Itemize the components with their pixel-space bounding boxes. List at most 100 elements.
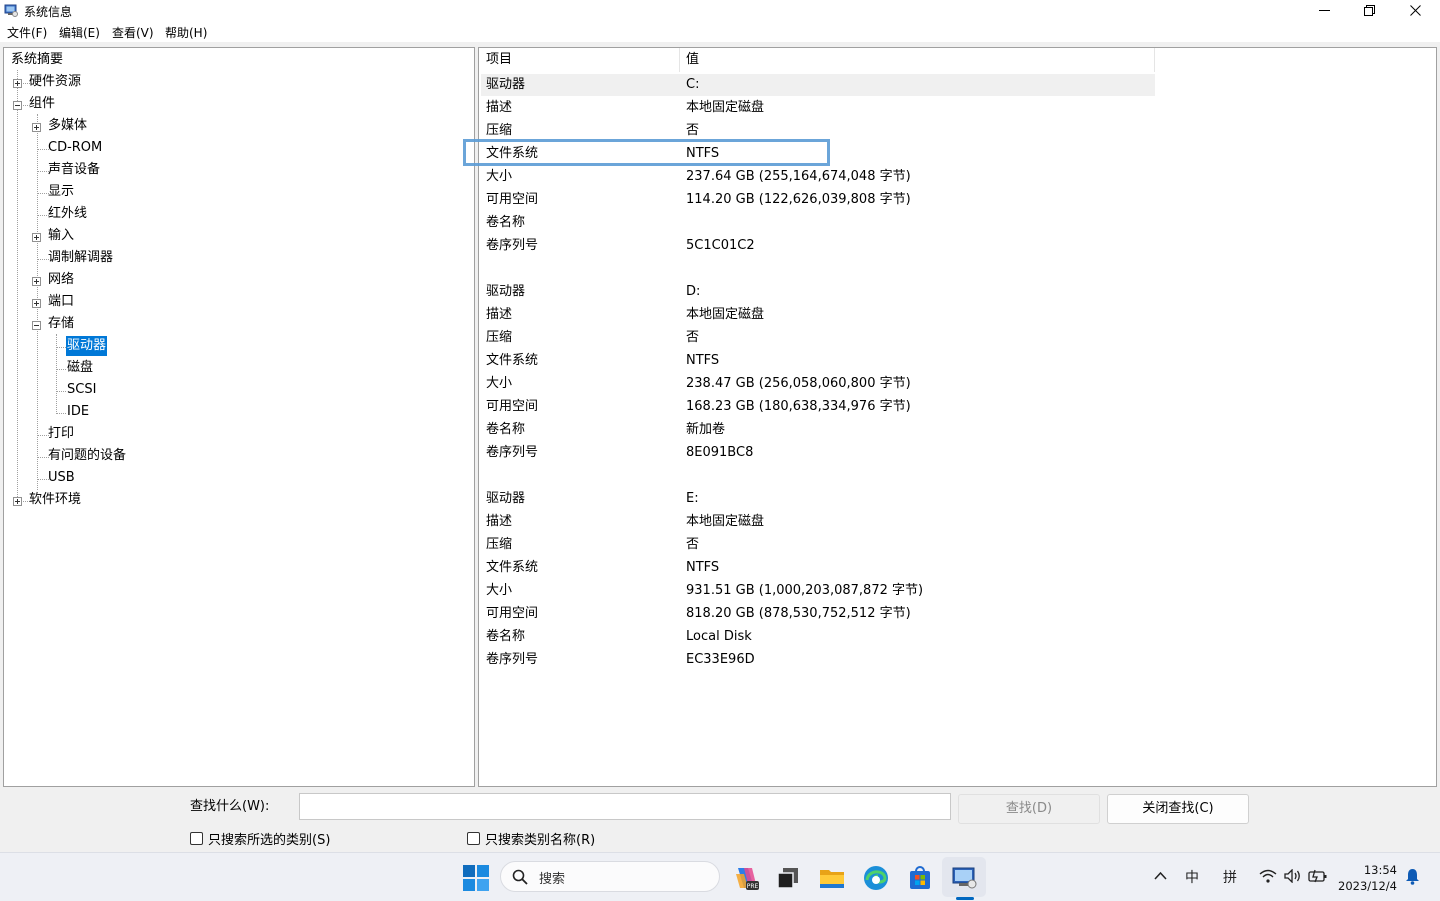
ime-mode-indicator[interactable]: 拼 — [1223, 867, 1237, 887]
taskbar-search-box[interactable]: 搜索 — [500, 861, 720, 892]
detail-item-cell[interactable]: 卷序列号 — [486, 236, 538, 256]
tree-item-usb[interactable]: USB — [47, 468, 76, 488]
detail-value-cell[interactable]: 本地固定磁盘 — [686, 512, 764, 532]
close-button[interactable] — [1392, 0, 1438, 21]
detail-item-cell[interactable]: 文件系统 — [486, 351, 538, 371]
edge-icon[interactable] — [862, 864, 890, 892]
detail-item-cell[interactable]: 描述 — [486, 305, 512, 325]
detail-item-cell[interactable]: 驱动器 — [486, 75, 525, 95]
detail-item-cell[interactable]: 大小 — [486, 581, 512, 601]
detail-value-cell[interactable]: 否 — [686, 328, 699, 348]
menu-file[interactable]: 文件(F) — [7, 24, 47, 41]
search-category-names-checkbox[interactable]: 只搜索类别名称(R) — [467, 829, 595, 848]
column-header-value[interactable]: 值 — [686, 48, 699, 72]
detail-value-cell[interactable]: 238.47 GB (256,058,060,800 字节) — [686, 374, 911, 394]
detail-item-cell[interactable]: 压缩 — [486, 535, 512, 555]
menu-help[interactable]: 帮助(H) — [165, 24, 207, 41]
detail-item-cell[interactable]: 大小 — [486, 374, 512, 394]
tree-item-drives[interactable]: 驱动器 — [66, 336, 108, 356]
detail-value-cell[interactable]: Local Disk — [686, 627, 752, 647]
close-find-button[interactable]: 关闭查找(C) — [1107, 794, 1249, 824]
detail-value-cell[interactable]: 818.20 GB (878,530,752,512 字节) — [686, 604, 911, 624]
checkbox-box[interactable] — [467, 832, 480, 845]
tree-collapse-storage[interactable] — [32, 321, 41, 330]
detail-value-cell[interactable]: E: — [686, 489, 699, 509]
detail-item-cell[interactable]: 文件系统 — [486, 558, 538, 578]
menu-view[interactable]: 查看(V) — [112, 24, 154, 41]
tree-item-ide[interactable]: IDE — [66, 402, 90, 422]
column-separator[interactable] — [1154, 48, 1155, 72]
tree-item-infrared[interactable]: 红外线 — [47, 204, 88, 224]
category-tree[interactable]: 系统摘要 硬件资源 组件 多媒体 CD-ROM 声音设备 显示 红外线 输入 调… — [3, 47, 475, 787]
search-selected-category-checkbox[interactable]: 只搜索所选的类别(S) — [190, 829, 330, 848]
tree-item-ports[interactable]: 端口 — [47, 292, 75, 312]
ime-language-indicator[interactable]: 中 — [1185, 867, 1199, 887]
notification-bell-icon[interactable] — [1405, 868, 1420, 885]
task-view-icon[interactable] — [774, 864, 802, 892]
detail-value-cell[interactable]: NTFS — [686, 351, 719, 371]
tree-item-scsi[interactable]: SCSI — [66, 380, 97, 400]
battery-icon[interactable] — [1308, 869, 1328, 883]
tree-item-hardware[interactable]: 硬件资源 — [28, 72, 82, 92]
detail-value-cell[interactable]: 168.23 GB (180,638,334,976 字节) — [686, 397, 911, 417]
detail-value-cell[interactable]: 本地固定磁盘 — [686, 98, 764, 118]
detail-value-cell[interactable]: 否 — [686, 121, 699, 141]
minimize-button[interactable] — [1301, 0, 1347, 21]
detail-item-cell[interactable]: 驱动器 — [486, 489, 525, 509]
tree-expand-ports[interactable] — [32, 299, 41, 308]
detail-value-cell[interactable]: NTFS — [686, 558, 719, 578]
tree-expand-input[interactable] — [32, 233, 41, 242]
checkbox-box[interactable] — [190, 832, 203, 845]
detail-item-cell[interactable]: 压缩 — [486, 121, 512, 141]
column-separator[interactable] — [679, 48, 680, 72]
detail-item-cell[interactable]: 描述 — [486, 98, 512, 118]
detail-value-cell[interactable]: EC33E96D — [686, 650, 755, 670]
tree-item-components[interactable]: 组件 — [28, 94, 56, 114]
detail-item-cell[interactable]: 卷名称 — [486, 213, 525, 233]
file-explorer-icon[interactable] — [818, 864, 846, 892]
store-icon[interactable] — [906, 864, 934, 892]
restore-button[interactable] — [1346, 0, 1392, 21]
tree-item-display[interactable]: 显示 — [47, 182, 75, 202]
system-info-icon[interactable] — [950, 864, 978, 892]
tree-expand-software[interactable] — [13, 497, 22, 506]
detail-item-cell[interactable]: 大小 — [486, 167, 512, 187]
detail-value-cell[interactable]: 否 — [686, 535, 699, 555]
volume-icon[interactable] — [1284, 869, 1302, 883]
detail-value-cell[interactable]: 5C1C01C2 — [686, 236, 755, 256]
tree-item-modem[interactable]: 调制解调器 — [47, 248, 114, 268]
detail-value-cell[interactable]: 237.64 GB (255,164,674,048 字节) — [686, 167, 911, 187]
tree-expand-hardware[interactable] — [13, 79, 22, 88]
detail-value-cell[interactable]: D: — [686, 282, 700, 302]
tree-item-software[interactable]: 软件环境 — [28, 490, 82, 510]
tree-collapse-components[interactable] — [13, 101, 22, 110]
detail-item-cell[interactable]: 描述 — [486, 512, 512, 532]
tree-item-network[interactable]: 网络 — [47, 270, 75, 290]
find-button[interactable]: 查找(D) — [958, 794, 1100, 824]
wifi-icon[interactable] — [1259, 869, 1277, 883]
detail-value-cell[interactable]: C: — [686, 75, 699, 95]
detail-item-cell[interactable]: 压缩 — [486, 328, 512, 348]
column-header-item[interactable]: 项目 — [486, 48, 512, 72]
detail-value-cell[interactable]: 8E091BC8 — [686, 443, 753, 463]
detail-item-cell[interactable]: 卷序列号 — [486, 650, 538, 670]
tree-item-multimedia[interactable]: 多媒体 — [47, 116, 88, 136]
find-what-input[interactable] — [299, 793, 951, 820]
chevron-up-icon[interactable] — [1154, 871, 1167, 881]
menu-edit[interactable]: 编辑(E) — [59, 24, 100, 41]
tree-item-cdrom[interactable]: CD-ROM — [47, 138, 103, 158]
detail-item-cell[interactable]: 卷序列号 — [486, 443, 538, 463]
detail-item-cell[interactable]: 卷名称 — [486, 627, 525, 647]
tree-expand-network[interactable] — [32, 277, 41, 286]
tree-expand-multimedia[interactable] — [32, 123, 41, 132]
tree-item-print[interactable]: 打印 — [47, 424, 75, 444]
detail-item-cell[interactable]: 驱动器 — [486, 282, 525, 302]
tree-item-sound[interactable]: 声音设备 — [47, 160, 101, 180]
taskbar-clock[interactable]: 13:54 2023/12/4 — [1338, 862, 1397, 894]
tree-item-system-summary[interactable]: 系统摘要 — [10, 50, 64, 70]
detail-value-cell[interactable]: 新加卷 — [686, 420, 725, 440]
detail-value-cell[interactable]: 931.51 GB (1,000,203,087,872 字节) — [686, 581, 923, 601]
tree-item-storage[interactable]: 存储 — [47, 314, 75, 334]
tree-item-input[interactable]: 输入 — [47, 226, 75, 246]
detail-item-cell[interactable]: 可用空间 — [486, 397, 538, 417]
